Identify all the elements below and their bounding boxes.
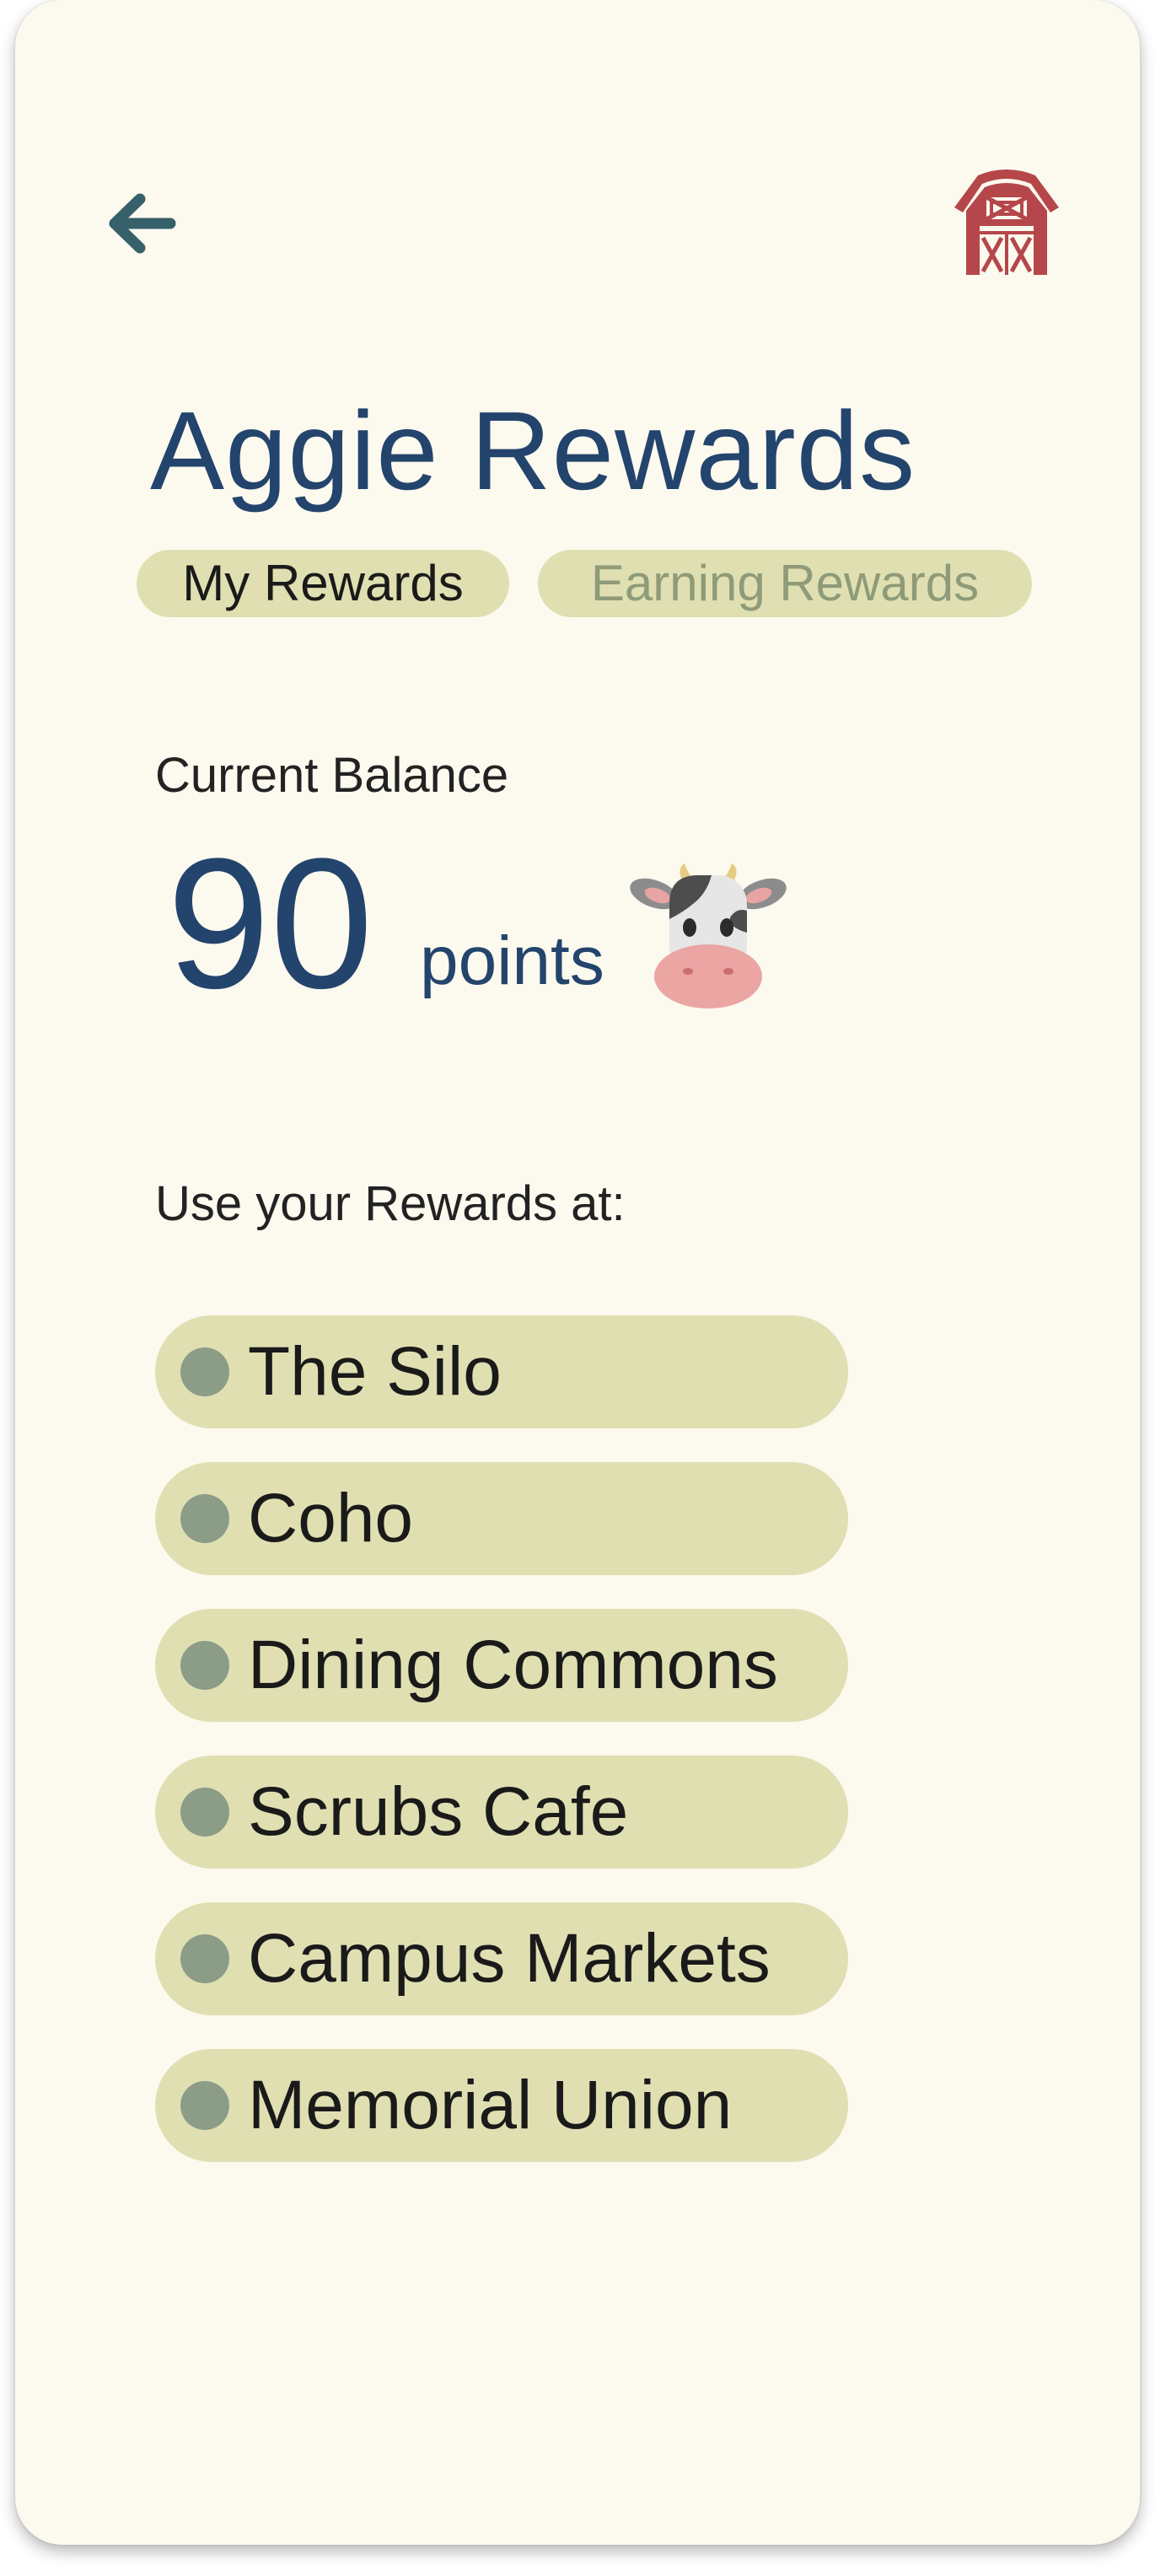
bullet-dot-icon: [180, 1494, 229, 1543]
tab-my-rewards[interactable]: My Rewards: [137, 550, 509, 617]
locations-list: The Silo Coho Dining Commons Scrubs Cafe…: [155, 1315, 848, 2196]
location-item[interactable]: Coho: [155, 1462, 848, 1575]
barn-button[interactable]: [949, 164, 1064, 277]
location-label: Memorial Union: [248, 2067, 733, 2143]
bullet-dot-icon: [180, 1788, 229, 1837]
bullet-dot-icon: [180, 2081, 229, 2130]
bullet-dot-icon: [180, 1641, 229, 1690]
phone-screen: Aggie Rewards My Rewards Earning Rewards…: [15, 0, 1140, 2545]
cow-icon: [629, 860, 787, 1012]
bullet-dot-icon: [180, 1934, 229, 1983]
back-button[interactable]: [96, 177, 189, 270]
locations-heading: Use your Rewards at:: [155, 1176, 626, 1231]
balance-unit: points: [420, 922, 604, 999]
location-label: Coho: [248, 1480, 414, 1557]
location-item[interactable]: Scrubs Cafe: [155, 1756, 848, 1869]
page-title: Aggie Rewards: [150, 389, 916, 513]
arrow-left-icon: [96, 177, 189, 270]
location-label: The Silo: [248, 1333, 502, 1410]
location-item[interactable]: The Silo: [155, 1315, 848, 1428]
location-label: Scrubs Cafe: [248, 1773, 629, 1850]
balance-label: Current Balance: [155, 748, 509, 803]
tab-earning-rewards[interactable]: Earning Rewards: [538, 550, 1032, 617]
location-item[interactable]: Memorial Union: [155, 2049, 848, 2162]
barn-icon: [949, 164, 1064, 277]
location-item[interactable]: Campus Markets: [155, 1902, 848, 2015]
location-label: Dining Commons: [248, 1627, 778, 1703]
location-item[interactable]: Dining Commons: [155, 1609, 848, 1722]
location-label: Campus Markets: [248, 1920, 771, 1997]
balance-value: 90: [167, 820, 373, 1027]
bullet-dot-icon: [180, 1347, 229, 1396]
